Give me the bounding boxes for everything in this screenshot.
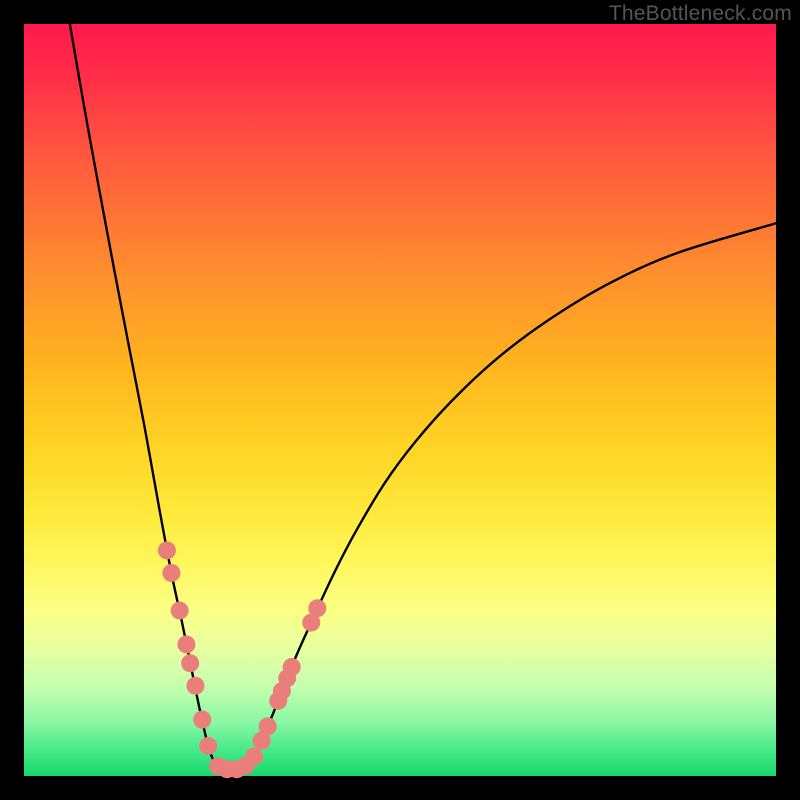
data-bead xyxy=(308,599,326,617)
data-bead xyxy=(158,541,176,559)
data-bead xyxy=(177,635,195,653)
data-bead xyxy=(181,654,199,672)
curve-svg xyxy=(24,24,776,776)
data-bead xyxy=(193,711,211,729)
data-bead xyxy=(162,564,180,582)
data-bead xyxy=(245,747,263,765)
bottleneck-curve xyxy=(70,24,776,769)
data-bead xyxy=(186,677,204,695)
outer-frame: TheBottleneck.com xyxy=(0,0,800,800)
data-bead xyxy=(171,602,189,620)
data-bead xyxy=(283,658,301,676)
bead-group xyxy=(158,541,326,778)
plot-area xyxy=(24,24,776,776)
data-bead xyxy=(199,737,217,755)
data-bead xyxy=(259,717,277,735)
watermark-text: TheBottleneck.com xyxy=(609,2,792,26)
